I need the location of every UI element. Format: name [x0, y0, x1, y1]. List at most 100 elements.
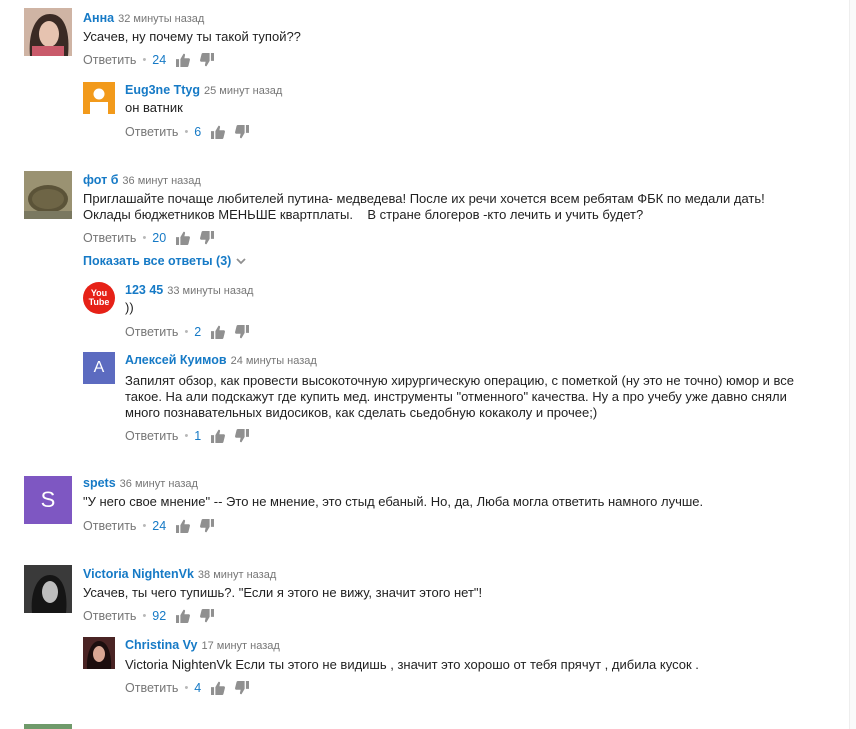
comment-header: Christina Vy 17 минут назад: [125, 637, 280, 654]
comment-line: много познавательных видосиков, как сдел…: [125, 405, 598, 420]
avatar-letter: A: [93, 359, 105, 376]
reply-button[interactable]: Ответить: [83, 518, 136, 534]
author-name[interactable]: spets: [83, 476, 116, 490]
comment-text: он ватник: [125, 100, 183, 116]
comment-actions: Ответить • 24: [83, 52, 224, 68]
timestamp[interactable]: 33 минуты назад: [167, 285, 253, 297]
separator: •: [184, 326, 189, 338]
thumbs-up-icon[interactable]: [176, 231, 190, 245]
avatar[interactable]: [24, 724, 72, 729]
avatar[interactable]: A: [83, 352, 115, 384]
comment-actions: Ответить • 20: [83, 230, 224, 246]
thumbs-up-icon[interactable]: [211, 681, 225, 695]
show-all-replies-button[interactable]: Показать все ответы (3): [83, 254, 247, 268]
thumbs-down-icon[interactable]: [235, 325, 249, 339]
thumbs-up-icon[interactable]: [211, 429, 225, 443]
thumbs-down-icon[interactable]: [200, 609, 214, 623]
thumbs-up-icon[interactable]: [176, 53, 190, 67]
avatar[interactable]: S: [24, 476, 72, 524]
reply-button[interactable]: Ответить: [83, 230, 136, 246]
timestamp[interactable]: 24 минуты назад: [231, 355, 317, 367]
comment-actions: Ответить • 92: [83, 608, 224, 624]
comment-actions: Ответить • 24: [83, 518, 224, 534]
scrollbar[interactable]: [849, 0, 856, 729]
like-count: 20: [152, 231, 167, 245]
avatar[interactable]: [83, 637, 115, 669]
comment-actions: Ответить • 1: [125, 428, 259, 444]
reply-button[interactable]: Ответить: [125, 428, 178, 444]
thumbs-down-icon[interactable]: [200, 231, 214, 245]
avatar[interactable]: [24, 565, 72, 613]
author-name[interactable]: Анна: [83, 11, 114, 25]
thumbs-up-icon[interactable]: [211, 125, 225, 139]
separator: •: [184, 682, 189, 694]
chevron-down-icon: [236, 258, 246, 265]
thumbs-down-icon[interactable]: [235, 125, 249, 139]
separator: •: [142, 54, 147, 66]
comment-line: Приглашайте почаще любителей путина- мед…: [83, 191, 765, 206]
author-name[interactable]: Eug3ne Ttyg: [125, 83, 200, 97]
reply-button[interactable]: Ответить: [125, 324, 178, 340]
avatar[interactable]: You Tube: [83, 282, 115, 314]
comment-text: "У него свое мнение" -- Это не мнение, э…: [83, 494, 703, 510]
separator: •: [142, 610, 147, 622]
comment-line: )): [125, 300, 134, 315]
like-count: 4: [194, 681, 202, 695]
comment-actions: Ответить • 6: [125, 124, 259, 140]
thumbs-up-icon[interactable]: [176, 519, 190, 533]
author-name[interactable]: Алексей Куимов: [125, 353, 227, 367]
comment-text: Усачев, ты чего тупишь?. "Если я этого н…: [83, 585, 482, 601]
comment-header: Eug3ne Ttyg 25 минут назад: [125, 82, 282, 99]
comment-line: такое. На али подскажут где купить мед. …: [125, 389, 787, 404]
comment-actions: Ответить • 2: [125, 324, 259, 340]
like-count: 2: [194, 325, 202, 339]
author-name[interactable]: Christina Vy: [125, 638, 197, 652]
comment-line: Усачев, ну почему ты такой тупой??: [83, 29, 301, 44]
avatar-letter: S: [40, 487, 56, 512]
thumbs-up-icon[interactable]: [211, 325, 225, 339]
timestamp[interactable]: 17 минут назад: [201, 640, 279, 652]
like-count: 24: [152, 53, 167, 67]
separator: •: [142, 520, 147, 532]
comment-line: Оклады бюджетников МЕНЬШЕ квартплаты. В …: [83, 207, 644, 222]
comment-header: Victoria NightenVk 38 минут назад: [83, 566, 276, 583]
thumbs-down-icon[interactable]: [235, 429, 249, 443]
timestamp[interactable]: 25 минут назад: [204, 85, 282, 97]
reply-button[interactable]: Ответить: [125, 124, 178, 140]
avatar-logo-text: Tube: [88, 297, 110, 307]
comment-line: "У него свое мнение" -- Это не мнение, э…: [83, 494, 704, 509]
comment-header: spets 36 минут назад: [83, 475, 198, 492]
thumbs-down-icon[interactable]: [200, 53, 214, 67]
like-count: 24: [152, 519, 167, 533]
separator: •: [184, 430, 189, 442]
comment-line: Запилят обзор, как провести высокоточную…: [125, 373, 795, 388]
thumbs-down-icon[interactable]: [235, 681, 249, 695]
avatar[interactable]: [24, 171, 72, 219]
author-name[interactable]: фот б: [83, 173, 118, 187]
like-count: 92: [152, 609, 167, 623]
comment-line: Victoria NightenVk Если ты этого не види…: [125, 657, 699, 672]
timestamp[interactable]: 32 минуты назад: [118, 13, 204, 25]
comment-header: Анна 32 минуты назад: [83, 10, 204, 27]
comment-header: Алексей Куимов 24 минуты назад: [125, 352, 317, 369]
timestamp[interactable]: 36 минут назад: [120, 478, 198, 490]
comment-line: он ватник: [125, 100, 183, 115]
comment-text: Victoria NightenVk Если ты этого не види…: [125, 657, 699, 673]
comment-text: Приглашайте почаще любителей путина- мед…: [83, 191, 765, 223]
author-name[interactable]: Victoria NightenVk: [83, 567, 194, 581]
like-count: 1: [194, 429, 202, 443]
reply-button[interactable]: Ответить: [83, 52, 136, 68]
reply-button[interactable]: Ответить: [83, 608, 136, 624]
author-name[interactable]: 123 45: [125, 283, 163, 297]
timestamp[interactable]: 36 минут назад: [122, 175, 200, 187]
avatar[interactable]: [83, 82, 115, 114]
comment-text: )): [125, 300, 134, 316]
comment-text: Запилят обзор, как провести высокоточную…: [125, 373, 794, 421]
comment-actions: Ответить • 4: [125, 680, 259, 696]
reply-button[interactable]: Ответить: [125, 680, 178, 696]
avatar[interactable]: [24, 8, 72, 56]
timestamp[interactable]: 38 минут назад: [198, 569, 276, 581]
comment-line: Усачев, ты чего тупишь?. "Если я этого н…: [83, 585, 483, 600]
thumbs-down-icon[interactable]: [200, 519, 214, 533]
thumbs-up-icon[interactable]: [176, 609, 190, 623]
